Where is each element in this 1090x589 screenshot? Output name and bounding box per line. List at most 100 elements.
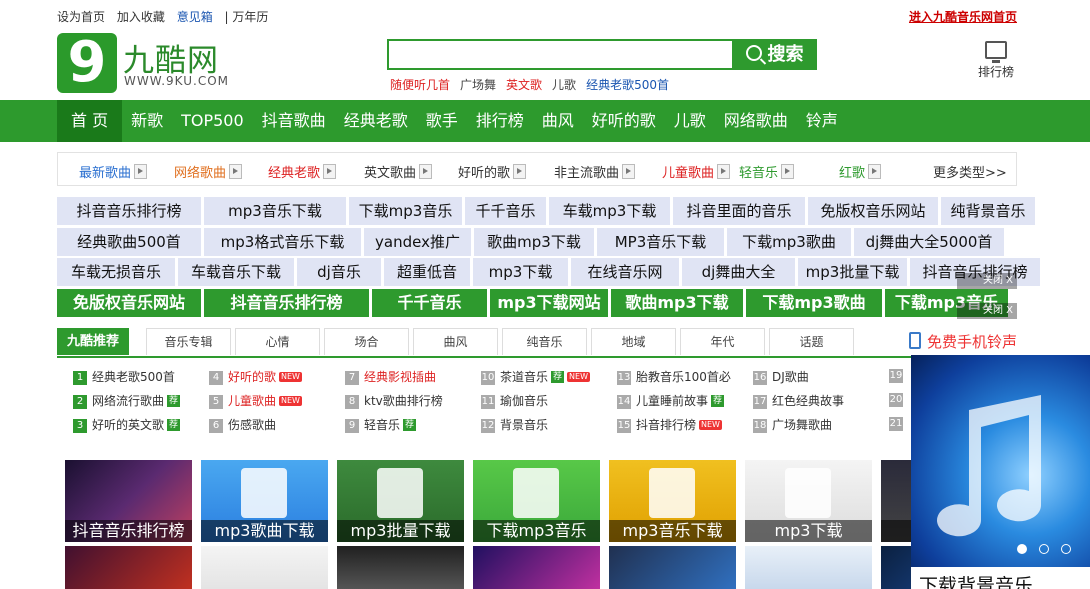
list-item[interactable]: 15抖音排行榜NEW	[617, 416, 722, 436]
nav-item[interactable]: 抖音歌曲	[253, 100, 335, 142]
thumbnail-item[interactable]: 下载mp3音乐	[473, 460, 600, 542]
nav-item[interactable]: 经典老歌	[335, 100, 417, 142]
nav-item[interactable]: 铃声	[797, 100, 847, 142]
list-item[interactable]: 12背景音乐	[481, 416, 548, 436]
tag-link[interactable]: 歌曲mp3下载	[474, 228, 594, 256]
nav-item[interactable]: 好听的歌	[583, 100, 665, 142]
enter-homepage-link[interactable]: 进入九酷音乐网首页	[909, 8, 1017, 25]
nav-item[interactable]: 儿歌	[665, 100, 715, 142]
thumbnail-item[interactable]: mp3音乐下载	[609, 460, 736, 542]
floating-banner[interactable]: 下载背景音乐	[911, 355, 1090, 589]
nav-item[interactable]: 首 页	[57, 100, 122, 142]
tag-link[interactable]: 车载mp3下载	[549, 197, 670, 225]
subcategory-item[interactable]: 经典老歌	[268, 162, 336, 181]
tag-link[interactable]: mp3批量下载	[798, 258, 907, 286]
rank-link[interactable]: 排行榜	[974, 41, 1018, 80]
tag-link[interactable]: 纯背景音乐	[941, 197, 1035, 225]
tab-category[interactable]: 音乐专辑	[146, 328, 231, 355]
tag-link[interactable]: 免版权音乐网站	[808, 197, 938, 225]
subcategory-item[interactable]: 红歌	[839, 162, 881, 181]
tag-link[interactable]: 车载音乐下载	[178, 258, 294, 286]
thumbnail-item[interactable]	[337, 546, 464, 589]
tag-link[interactable]: mp3下载网站	[490, 289, 608, 317]
list-item[interactable]: 17红色经典故事	[753, 392, 844, 412]
thumbnail-item[interactable]	[65, 546, 192, 589]
list-item[interactable]: 5儿童歌曲NEW	[209, 392, 302, 412]
list-item[interactable]: 16DJ歌曲	[753, 368, 809, 388]
tag-link[interactable]: dj舞曲大全5000首	[854, 228, 1004, 256]
hot-word-link[interactable]: 经典老歌500首	[586, 78, 669, 92]
thumbnail-item[interactable]: mp3下载	[745, 460, 872, 542]
tag-link[interactable]: 歌曲mp3下载	[611, 289, 743, 317]
thumbnail-item[interactable]	[473, 546, 600, 589]
tab-category[interactable]: 纯音乐	[502, 328, 587, 355]
hot-word-link[interactable]: 英文歌	[506, 78, 542, 92]
thumbnail-item[interactable]: 抖音音乐排行榜	[65, 460, 192, 542]
subcategory-item[interactable]: 网络歌曲	[174, 162, 242, 181]
thumbnail-item[interactable]	[201, 546, 328, 589]
tab-category[interactable]: 心情	[235, 328, 320, 355]
nav-item[interactable]: 排行榜	[467, 100, 533, 142]
list-item[interactable]: 20	[889, 392, 908, 412]
list-item[interactable]: 14儿童睡前故事荐	[617, 392, 724, 412]
subcategory-item[interactable]: 好听的歌	[458, 162, 526, 181]
tag-link[interactable]: dj音乐	[297, 258, 381, 286]
list-item[interactable]: 19	[889, 368, 908, 388]
tag-link[interactable]: yandex推广	[364, 228, 471, 256]
site-logo[interactable]: 9 九酷网 WWW.9KU.COM	[57, 33, 237, 95]
search-input[interactable]	[387, 39, 738, 70]
hot-word-link[interactable]: 广场舞	[460, 78, 496, 92]
hot-word-link[interactable]: 儿歌	[552, 78, 576, 92]
tag-link[interactable]: MP3音乐下载	[597, 228, 724, 256]
list-item[interactable]: 2网络流行歌曲荐	[73, 392, 180, 412]
tab-category[interactable]: 曲风	[413, 328, 498, 355]
tag-link[interactable]: mp3下载	[473, 258, 568, 286]
tab-category[interactable]: 年代	[680, 328, 765, 355]
tag-link[interactable]: 超重低音	[384, 258, 470, 286]
tag-link[interactable]: 抖音音乐排行榜	[204, 289, 369, 317]
tab-recommend[interactable]: 九酷推荐	[57, 328, 129, 355]
calendar-link[interactable]: | 万年历	[225, 10, 269, 24]
list-item[interactable]: 7经典影视插曲	[345, 368, 436, 388]
tag-link[interactable]: 下载mp3歌曲	[727, 228, 851, 256]
list-item[interactable]: 3好听的英文歌荐	[73, 416, 180, 436]
list-item[interactable]: 18广场舞歌曲	[753, 416, 832, 436]
list-item[interactable]: 21	[889, 416, 908, 436]
subcategory-item[interactable]: 最新歌曲	[79, 162, 147, 181]
nav-item[interactable]: 新歌	[122, 100, 172, 142]
search-button[interactable]: 搜索	[732, 39, 817, 70]
subcategory-item[interactable]: 更多类型>>	[933, 162, 1007, 181]
list-item[interactable]: 4好听的歌NEW	[209, 368, 302, 388]
nav-item[interactable]: 曲风	[533, 100, 583, 142]
carousel-dot[interactable]	[1039, 544, 1049, 554]
tag-link[interactable]: dj舞曲大全	[682, 258, 795, 286]
list-item[interactable]: 9轻音乐荐	[345, 416, 416, 436]
close-ad-button[interactable]: 关闭 X	[957, 273, 1017, 289]
nav-item[interactable]: TOP500	[172, 100, 253, 142]
tag-link[interactable]: 抖音音乐排行榜	[57, 197, 201, 225]
carousel-dot[interactable]	[1017, 544, 1027, 554]
tag-link[interactable]: 下载mp3歌曲	[746, 289, 882, 317]
list-item[interactable]: 10茶道音乐荐NEW	[481, 368, 590, 388]
thumbnail-item[interactable]	[745, 546, 872, 589]
tab-category[interactable]: 场合	[324, 328, 409, 355]
feedback-link[interactable]: 意见箱	[177, 10, 213, 24]
tag-link[interactable]: 下载mp3音乐	[349, 197, 462, 225]
tab-category[interactable]: 话题	[769, 328, 854, 355]
thumbnail-item[interactable]: mp3歌曲下载	[201, 460, 328, 542]
tag-link[interactable]: 千千音乐	[465, 197, 546, 225]
thumbnail-item[interactable]	[609, 546, 736, 589]
tag-link[interactable]: 免版权音乐网站	[57, 289, 201, 317]
nav-item[interactable]: 歌手	[417, 100, 467, 142]
hot-word-link[interactable]: 随便听几首	[390, 78, 450, 92]
tag-link[interactable]: 抖音里面的音乐	[673, 197, 805, 225]
subcategory-item[interactable]: 轻音乐	[739, 162, 794, 181]
list-item[interactable]: 13胎教音乐100首必	[617, 368, 731, 388]
close-ad-button[interactable]: 关闭 X	[957, 303, 1017, 319]
set-homepage-link[interactable]: 设为首页	[57, 10, 105, 24]
list-item[interactable]: 6伤感歌曲	[209, 416, 276, 436]
tag-link[interactable]: mp3音乐下载	[204, 197, 346, 225]
subcategory-item[interactable]: 英文歌曲	[364, 162, 432, 181]
list-item[interactable]: 8ktv歌曲排行榜	[345, 392, 443, 412]
list-item[interactable]: 1经典老歌500首	[73, 368, 175, 388]
